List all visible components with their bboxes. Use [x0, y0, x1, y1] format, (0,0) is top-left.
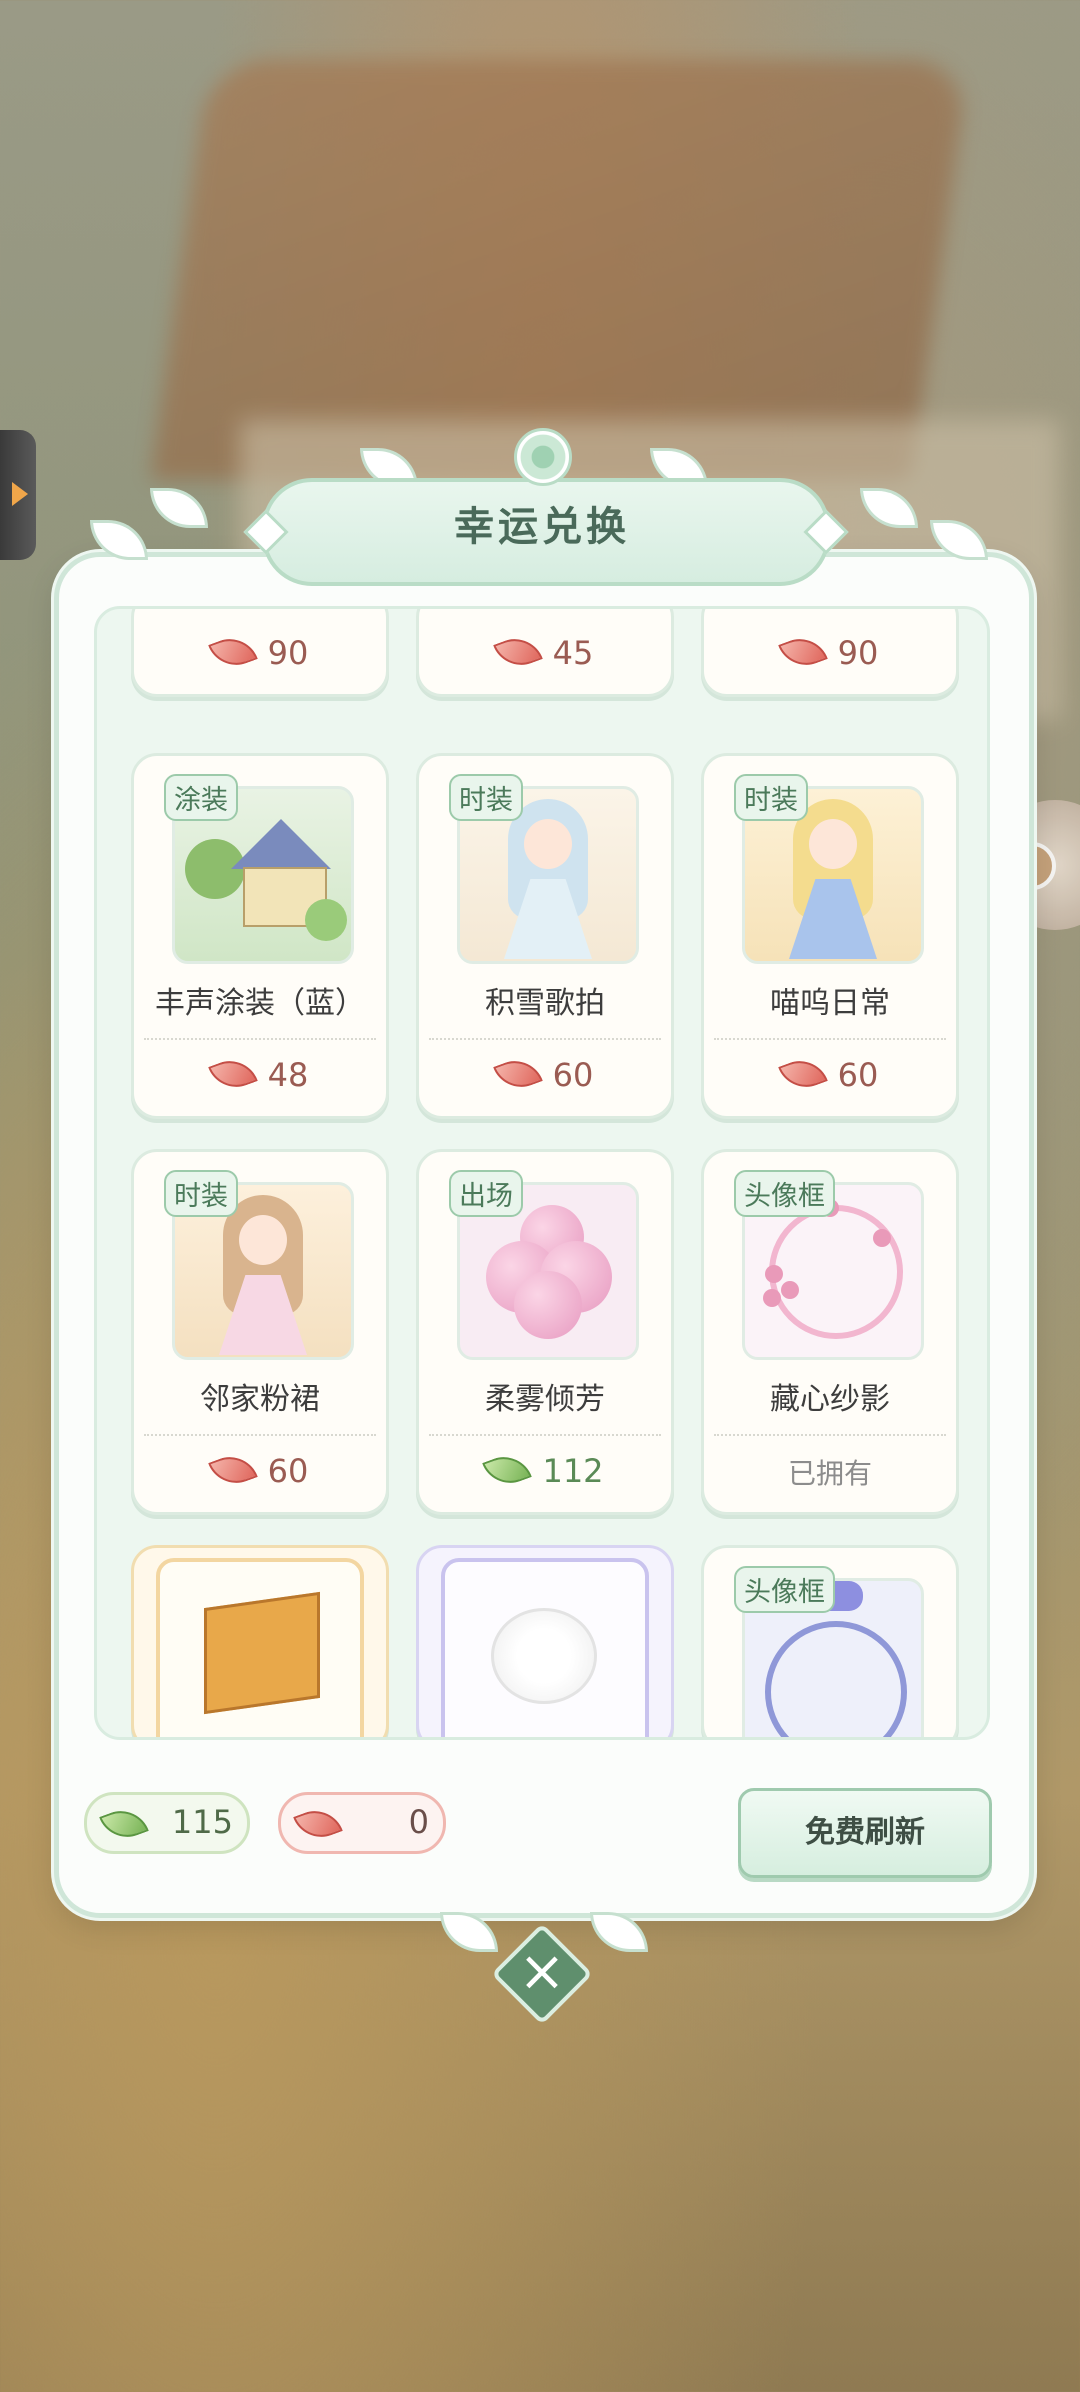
red-leaf-icon [207, 630, 258, 674]
red-currency-value: 0 [408, 1803, 429, 1841]
price-label: 90 [134, 630, 386, 674]
divider [429, 1434, 661, 1436]
item-card[interactable]: 90 [131, 609, 389, 697]
item-card[interactable] [416, 1545, 674, 1737]
green-currency-counter: 115 [84, 1792, 250, 1854]
green-leaf-icon [482, 1448, 533, 1492]
cloud-icon [491, 1608, 597, 1704]
price-value: 90 [267, 634, 309, 672]
price-value: 60 [267, 1452, 309, 1490]
item-card[interactable] [131, 1545, 389, 1737]
background-house-roof [150, 60, 970, 480]
item-name: 藏心纱影 [770, 1382, 890, 1417]
price-label: 45 [419, 630, 671, 674]
price-value: 60 [837, 1056, 879, 1094]
item-tag: 出场 [449, 1170, 523, 1217]
item-card[interactable]: 时装 积雪歌拍 60 [416, 753, 674, 1119]
divider [144, 1038, 376, 1040]
price-value: 112 [542, 1452, 604, 1490]
item-tag: 头像框 [734, 1170, 835, 1217]
red-leaf-icon [777, 630, 828, 674]
item-card[interactable]: 头像框 [701, 1545, 959, 1737]
red-leaf-icon [492, 1052, 543, 1096]
item-card[interactable]: 头像框 藏心纱影 已拥有 [701, 1149, 959, 1515]
price-label: 60 [419, 1052, 671, 1096]
side-drawer-tab[interactable] [0, 430, 36, 560]
item-card[interactable]: 时装 喵呜日常 60 [701, 753, 959, 1119]
leaf-decoration-icon [440, 1912, 498, 1952]
divider [429, 1038, 661, 1040]
item-tag: 头像框 [734, 1566, 835, 1613]
red-leaf-icon [207, 1052, 258, 1096]
price-label: 90 [704, 630, 956, 674]
item-name: 喵呜日常 [770, 986, 890, 1021]
price-value: 48 [267, 1056, 309, 1094]
divider [144, 1434, 376, 1436]
leaf-decoration-icon [590, 1912, 648, 1952]
item-tag: 时装 [164, 1170, 238, 1217]
arrow-right-icon [12, 482, 28, 506]
crate-icon [204, 1591, 320, 1715]
price-value: 90 [837, 634, 879, 672]
green-leaf-icon [99, 1802, 149, 1846]
owned-label: 已拥有 [787, 1457, 872, 1490]
leaf-decoration-icon [150, 488, 208, 528]
close-icon: × [518, 1939, 566, 2004]
red-leaf-icon [293, 1802, 343, 1846]
dialog-title: 幸运兑换 [454, 504, 630, 550]
price-label: 48 [134, 1052, 386, 1096]
red-leaf-icon [207, 1448, 258, 1492]
flower-icon [514, 428, 572, 486]
free-refresh-button[interactable]: 免费刷新 [738, 1788, 992, 1878]
item-name: 积雪歌拍 [485, 986, 605, 1021]
divider [714, 1434, 946, 1436]
item-card[interactable]: 90 [701, 609, 959, 697]
red-currency-counter: 0 [278, 1792, 446, 1854]
divider [714, 1038, 946, 1040]
item-grid[interactable]: 90 45 90 涂装 丰声涂装（蓝） 48 时装 积雪歌拍 60 时装 喵呜日… [94, 606, 990, 1740]
item-card[interactable]: 出场 柔雾倾芳 112 [416, 1149, 674, 1515]
item-tag: 时装 [734, 774, 808, 821]
item-card[interactable]: 时装 邻家粉裙 60 [131, 1149, 389, 1515]
item-card[interactable]: 涂装 丰声涂装（蓝） 48 [131, 753, 389, 1119]
item-tag: 时装 [449, 774, 523, 821]
price-value: 60 [552, 1056, 594, 1094]
item-name: 邻家粉裙 [200, 1382, 320, 1417]
red-leaf-icon [777, 1052, 828, 1096]
item-name: 柔雾倾芳 [485, 1382, 605, 1417]
red-leaf-icon [492, 630, 543, 674]
close-button[interactable]: × [491, 1923, 593, 2025]
item-tag: 涂装 [164, 774, 238, 821]
price-value: 45 [552, 634, 594, 672]
item-name: 丰声涂装（蓝） [155, 986, 365, 1021]
price-label: 60 [704, 1052, 956, 1096]
item-card[interactable]: 45 [416, 609, 674, 697]
price-label: 112 [419, 1448, 671, 1492]
green-currency-value: 115 [171, 1803, 233, 1841]
price-label: 60 [134, 1448, 386, 1492]
